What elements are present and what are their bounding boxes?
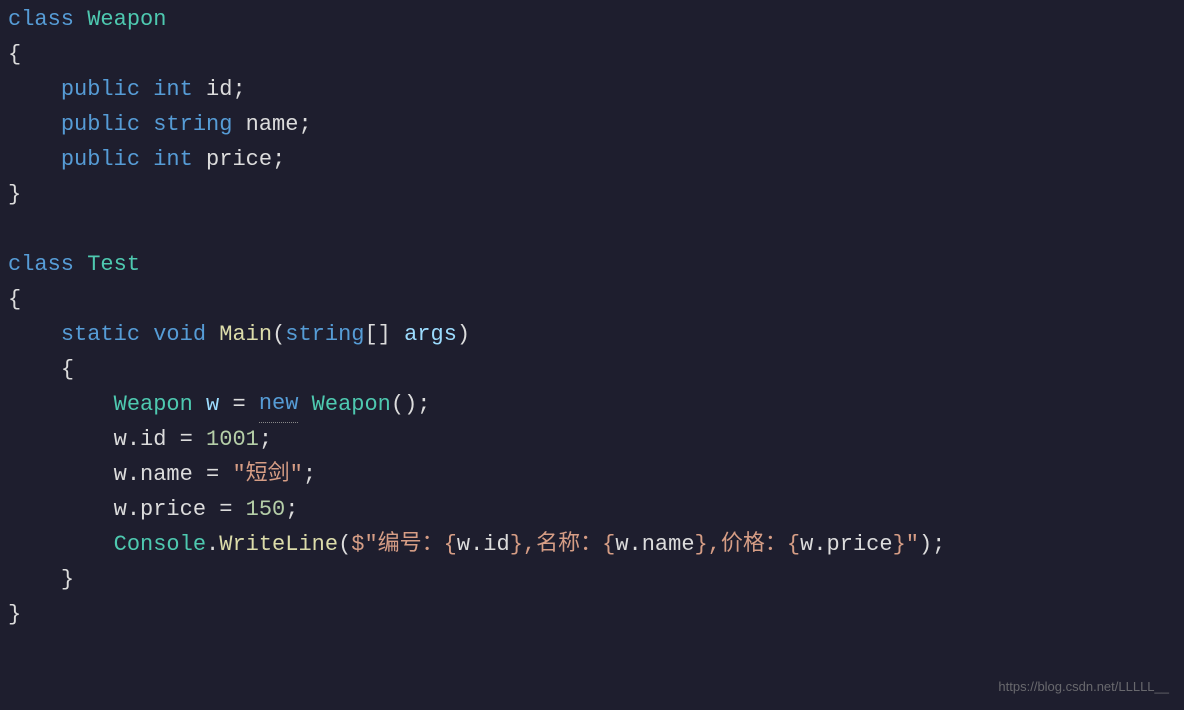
- paren-close: ): [457, 317, 470, 352]
- type-test: Test: [87, 247, 140, 282]
- expr-wprice: w.price: [800, 527, 892, 562]
- brace-open: {: [61, 352, 74, 387]
- code-line: Console.WriteLine($"编号：{w.id},名称：{w.name…: [8, 527, 1184, 562]
- semicolon: ;: [303, 457, 316, 492]
- field-price: price: [206, 142, 272, 177]
- string-interpolated: },价格：{: [695, 527, 801, 562]
- variable-w: w: [114, 457, 127, 492]
- string-interpolated: }": [893, 527, 919, 562]
- method-main: Main: [219, 317, 272, 352]
- expr-wname: w.name: [615, 527, 694, 562]
- code-line: }: [8, 177, 1184, 212]
- brace-close: }: [8, 597, 21, 632]
- code-line: w.name = "短剑";: [8, 457, 1184, 492]
- method-writeline: WriteLine: [219, 527, 338, 562]
- equals: =: [206, 457, 219, 492]
- field-id: id: [206, 72, 232, 107]
- brace-open: {: [8, 37, 21, 72]
- code-line: public string name;: [8, 107, 1184, 142]
- expr-wid: w.id: [457, 527, 510, 562]
- string-literal: "短剑": [232, 457, 302, 492]
- field-name: name: [140, 457, 193, 492]
- code-line: Weapon w = new Weapon();: [8, 387, 1184, 422]
- code-line: class Test: [8, 247, 1184, 282]
- keyword-public: public: [61, 142, 140, 177]
- code-line: public int id;: [8, 72, 1184, 107]
- semicolon: ;: [285, 492, 298, 527]
- watermark-text: https://blog.csdn.net/LLLLL__: [998, 677, 1169, 698]
- variable-w: w: [206, 387, 219, 422]
- brace-close: }: [61, 562, 74, 597]
- keyword-public: public: [61, 72, 140, 107]
- dot: .: [206, 527, 219, 562]
- brace-close: }: [8, 177, 21, 212]
- variable-w: w: [114, 422, 127, 457]
- equals: =: [180, 422, 193, 457]
- keyword-class: class: [8, 2, 74, 37]
- keyword-void: void: [153, 317, 206, 352]
- code-line: {: [8, 37, 1184, 72]
- variable-w: w: [114, 492, 127, 527]
- code-line: }: [8, 562, 1184, 597]
- field-name: name: [246, 107, 299, 142]
- keyword-int: int: [153, 142, 193, 177]
- code-line: w.price = 150;: [8, 492, 1184, 527]
- code-line: public int price;: [8, 142, 1184, 177]
- paren-open: (: [338, 527, 351, 562]
- equals: =: [219, 492, 232, 527]
- dot: .: [127, 422, 140, 457]
- code-line: {: [8, 352, 1184, 387]
- dot: .: [127, 457, 140, 492]
- string-interpolated: $"编号：{: [351, 527, 457, 562]
- semicolon: ;: [417, 387, 430, 422]
- paren-close: ): [919, 527, 932, 562]
- parens: (): [391, 387, 417, 422]
- keyword-new: new: [259, 386, 299, 422]
- keyword-string: string: [153, 107, 232, 142]
- code-line: [8, 212, 1184, 247]
- type-weapon: Weapon: [87, 2, 166, 37]
- equals: =: [232, 387, 245, 422]
- keyword-string: string: [285, 317, 364, 352]
- semicolon: ;: [932, 527, 945, 562]
- field-id: id: [140, 422, 166, 457]
- code-line: w.id = 1001;: [8, 422, 1184, 457]
- keyword-int: int: [153, 72, 193, 107]
- param-args: args: [404, 317, 457, 352]
- paren-open: (: [272, 317, 285, 352]
- semicolon: ;: [232, 72, 245, 107]
- code-line: {: [8, 282, 1184, 317]
- semicolon: ;: [298, 107, 311, 142]
- keyword-class: class: [8, 247, 74, 282]
- brackets: []: [364, 317, 390, 352]
- field-price: price: [140, 492, 206, 527]
- type-weapon: Weapon: [114, 387, 193, 422]
- number-literal: 1001: [206, 422, 259, 457]
- code-line: static void Main(string[] args): [8, 317, 1184, 352]
- code-line: class Weapon: [8, 2, 1184, 37]
- brace-open: {: [8, 282, 21, 317]
- code-editor[interactable]: class Weapon { public int id; public str…: [0, 2, 1184, 632]
- keyword-static: static: [61, 317, 140, 352]
- dot: .: [127, 492, 140, 527]
- code-line: }: [8, 597, 1184, 632]
- type-weapon: Weapon: [312, 387, 391, 422]
- type-console: Console: [114, 527, 206, 562]
- string-interpolated: },名称：{: [510, 527, 616, 562]
- keyword-public: public: [61, 107, 140, 142]
- semicolon: ;: [272, 142, 285, 177]
- number-literal: 150: [246, 492, 286, 527]
- semicolon: ;: [259, 422, 272, 457]
